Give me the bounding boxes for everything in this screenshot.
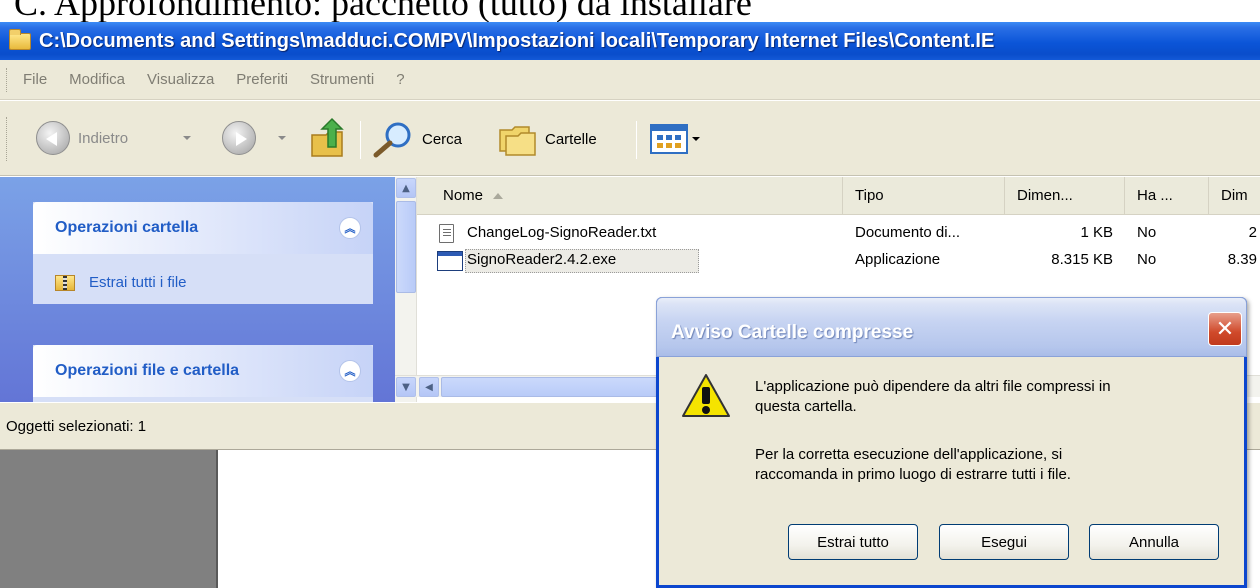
dialog-message-2: Per la corretta esecuzione dell'applicaz… [755, 445, 1235, 485]
column-name-label: Nome [443, 187, 484, 204]
back-label: Indietro [78, 129, 129, 147]
dialog-message-line: L'applicazione può dipendere da altri fi… [755, 378, 1111, 395]
dialog-titlebar[interactable]: Avviso Cartelle compresse ✕ [656, 297, 1247, 357]
collapse-chevron-icon[interactable]: ︽ [339, 217, 361, 239]
column-dim-label: Dim [1221, 187, 1248, 204]
sort-ascending-icon [493, 192, 504, 199]
cancel-button[interactable]: Annulla [1089, 524, 1219, 560]
search-icon [373, 122, 411, 158]
file-size: 8.315 KB [1051, 251, 1113, 268]
folder-tasks-header[interactable]: Operazioni cartella ︽ [33, 202, 373, 254]
file-row-selected[interactable]: SignoReader2.4.2.exe Applicazione 8.315 … [417, 248, 1260, 274]
column-has-label: Ha ... [1137, 187, 1173, 204]
status-text: Oggetti selezionati: 1 [6, 417, 147, 435]
folder-tasks-panel: Operazioni cartella ︽ Estrai tutti i fil… [33, 202, 373, 304]
chevron-down-icon [183, 136, 191, 140]
file-tasks-title: Operazioni file e cartella [55, 362, 240, 379]
dialog-title: Avviso Cartelle compresse [671, 322, 914, 343]
forward-arrow-icon [222, 121, 256, 155]
close-icon[interactable]: ✕ [1208, 312, 1242, 346]
menubar-grip [6, 67, 9, 92]
file-row[interactable]: ChangeLog-SignoReader.txt Documento di..… [417, 221, 1260, 247]
task-pane: Operazioni cartella ︽ Estrai tutti i fil… [0, 177, 395, 402]
zip-folder-icon [55, 274, 75, 291]
menu-file[interactable]: File [23, 71, 47, 88]
file-type: Documento di... [855, 224, 961, 241]
application-icon [437, 251, 463, 271]
window-titlebar[interactable]: C:\Documents and Settings\madduci.COMPV\… [0, 22, 1260, 60]
menu-strumenti[interactable]: Strumenti [310, 71, 374, 88]
vertical-scrollbar[interactable]: ▲ [395, 177, 417, 402]
column-type-label: Tipo [855, 187, 884, 204]
chevron-down-icon [692, 137, 700, 141]
chevron-down-icon [278, 136, 286, 140]
file-tasks-header[interactable]: Operazioni file e cartella ︽ [33, 345, 373, 397]
run-button[interactable]: Esegui [939, 524, 1069, 560]
dialog-message-1: L'applicazione può dipendere da altri fi… [755, 377, 1235, 417]
menu-bar: File Modifica Visualizza Preferiti Strum… [0, 60, 1260, 100]
folders-icon [499, 126, 536, 156]
toolbar-grip [6, 117, 9, 161]
text-file-icon [439, 224, 454, 243]
extract-all-link[interactable]: Estrai tutti i file [33, 254, 373, 291]
scroll-left-icon[interactable]: ◀ [419, 377, 439, 397]
collapse-chevron-icon[interactable]: ︽ [339, 360, 361, 382]
list-header: Nome Tipo Dimen... Ha ... Dim [417, 177, 1260, 215]
column-has[interactable]: Ha ... [1125, 177, 1209, 214]
back-dropdown[interactable] [183, 136, 191, 140]
dialog-message-line: questa cartella. [755, 398, 857, 415]
file-size: 1 KB [1080, 224, 1113, 241]
toolbar-separator [360, 121, 361, 159]
window-title: C:\Documents and Settings\madduci.COMPV\… [39, 29, 995, 52]
file-tasks-panel: Operazioni file e cartella ︽ [33, 345, 373, 402]
file-dim: 2 [1248, 224, 1257, 241]
search-label: Cerca [422, 130, 463, 148]
back-button[interactable]: Indietro [36, 121, 128, 155]
compressed-folders-dialog: Avviso Cartelle compresse ✕ L'applicazio… [656, 297, 1247, 588]
back-arrow-icon [36, 121, 70, 155]
dialog-message-line: Per la corretta esecuzione dell'applicaz… [755, 446, 1063, 463]
scroll-thumb[interactable] [396, 201, 416, 293]
extract-all-button[interactable]: Estrai tutto [788, 524, 918, 560]
menu-preferiti[interactable]: Preferiti [236, 71, 288, 88]
column-type[interactable]: Tipo [843, 177, 1005, 214]
dialog-message-line: raccomanda in primo luogo di estrarre tu… [755, 466, 1071, 483]
scroll-down-icon[interactable]: ▼ [396, 377, 416, 397]
warning-icon [682, 374, 730, 417]
background-gray-panel [0, 450, 218, 588]
folder-icon [9, 28, 31, 50]
scroll-up-icon[interactable]: ▲ [396, 178, 416, 198]
folder-tasks-title: Operazioni cartella [55, 219, 199, 236]
folders-button[interactable]: Cartelle [497, 120, 597, 158]
file-has: No [1137, 251, 1157, 268]
search-button[interactable]: Cerca [372, 120, 462, 158]
extract-all-label: Estrai tutti i file [89, 274, 187, 291]
toolbar-separator [636, 121, 637, 159]
slide-caption: C. Approfondimento: pacchetto (tutto) da… [14, 0, 752, 22]
up-folder-button[interactable] [308, 117, 348, 159]
toolbar: Indietro Cerca Cartelle [0, 101, 1260, 176]
file-name: SignoReader2.4.2.exe [467, 251, 617, 268]
forward-dropdown[interactable] [278, 136, 286, 140]
forward-button[interactable] [222, 121, 256, 155]
menu-help[interactable]: ? [396, 71, 404, 88]
folder-up-icon [311, 117, 344, 157]
menu-visualizza[interactable]: Visualizza [147, 71, 214, 88]
column-name[interactable]: Nome [417, 177, 843, 214]
file-dim: 8.39 [1227, 251, 1257, 268]
folders-label: Cartelle [545, 130, 597, 148]
screenshot-root: C. Approfondimento: pacchetto (tutto) da… [0, 0, 1260, 588]
menu-modifica[interactable]: Modifica [69, 71, 125, 88]
column-size[interactable]: Dimen... [1005, 177, 1125, 214]
column-size-label: Dimen... [1017, 187, 1073, 204]
views-button[interactable] [650, 124, 700, 154]
views-icon [650, 124, 688, 154]
file-has: No [1137, 224, 1157, 241]
file-type: Applicazione [855, 251, 941, 268]
file-name: ChangeLog-SignoReader.txt [467, 224, 657, 241]
column-dim[interactable]: Dim [1209, 177, 1260, 214]
